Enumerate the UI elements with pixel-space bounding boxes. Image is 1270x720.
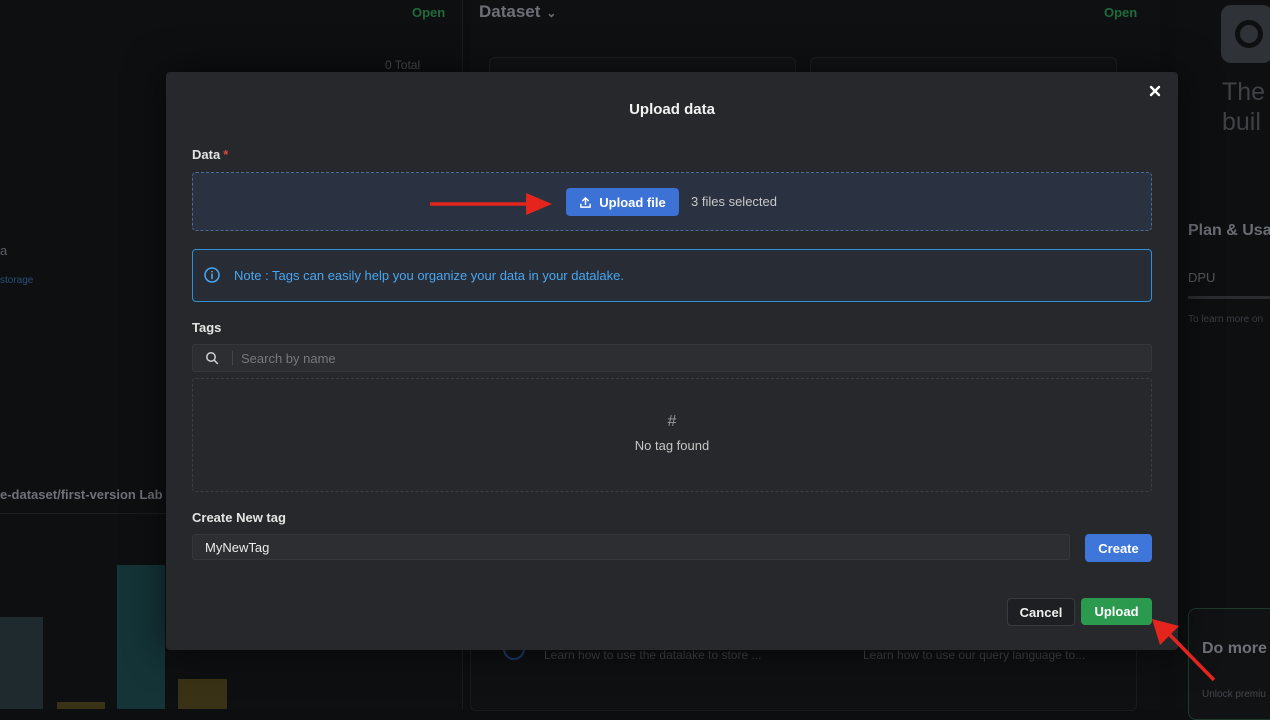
cancel-button[interactable]: Cancel <box>1007 598 1075 626</box>
upload-file-label: Upload file <box>599 194 666 210</box>
chart-bar <box>57 702 105 709</box>
do-more-title: Do more <box>1202 640 1267 657</box>
unlock-text: Unlock premiu <box>1202 689 1266 700</box>
create-tag-label: Create New tag <box>192 510 286 525</box>
new-tag-input[interactable] <box>192 534 1070 560</box>
close-icon[interactable] <box>1146 82 1164 100</box>
tag-search-input[interactable] <box>239 347 1143 369</box>
upload-icon <box>580 196 592 208</box>
hash-icon: # <box>667 413 677 430</box>
dpu-progress-bar <box>1188 296 1270 299</box>
plan-usage-title: Plan & Usa <box>1188 222 1270 239</box>
promo-text: The <box>1222 78 1266 106</box>
create-tag-button[interactable]: Create <box>1085 534 1152 562</box>
search-separator <box>232 351 233 365</box>
modal-title: Upload data <box>629 101 715 118</box>
chart-bar <box>0 617 43 709</box>
chart-bar <box>178 679 227 709</box>
info-note: Note : Tags can easily help you organize… <box>192 249 1152 302</box>
no-tag-text: No tag found <box>634 438 710 453</box>
tag-list-empty: # No tag found <box>192 378 1152 492</box>
info-icon <box>204 267 220 283</box>
mid-status-open: Open <box>1104 5 1138 20</box>
dpu-label: DPU <box>1188 270 1216 285</box>
data-label: Data * <box>192 147 229 162</box>
tag-search-box <box>192 344 1152 372</box>
left-dataset-path: e-dataset/first-version Lab <box>0 487 163 502</box>
logo-ring-icon <box>1235 20 1263 48</box>
do-more-card <box>1188 608 1270 720</box>
promo-text: buil <box>1222 108 1261 136</box>
file-dropzone[interactable]: Upload file 3 files selected <box>192 172 1152 231</box>
left-total: 0 Total <box>385 58 421 72</box>
tags-label: Tags <box>192 320 222 335</box>
left-status-open: Open <box>412 5 446 20</box>
upload-file-button[interactable]: Upload file <box>566 188 679 216</box>
search-icon <box>206 352 219 365</box>
note-text: Note : Tags can easily help you organize… <box>234 268 624 283</box>
upload-button[interactable]: Upload <box>1081 598 1152 625</box>
learn-link-datalake: Learn how to use the datalake to store .… <box>544 648 762 662</box>
chevron-down-icon: ⌄ <box>546 6 557 20</box>
learn-more-text: To learn more on <box>1188 314 1264 325</box>
upload-data-modal: Upload data Data * Upload file 3 files se… <box>166 72 1178 650</box>
required-mark: * <box>223 147 229 162</box>
dataset-title: Dataset ⌄ <box>479 2 557 21</box>
left-label: a <box>0 243 8 258</box>
learn-link-query: Learn how to use our query language to..… <box>863 648 1086 662</box>
files-selected-text: 3 files selected <box>691 194 777 209</box>
left-storage-link: storage <box>0 275 34 286</box>
chart-bar <box>117 565 165 709</box>
